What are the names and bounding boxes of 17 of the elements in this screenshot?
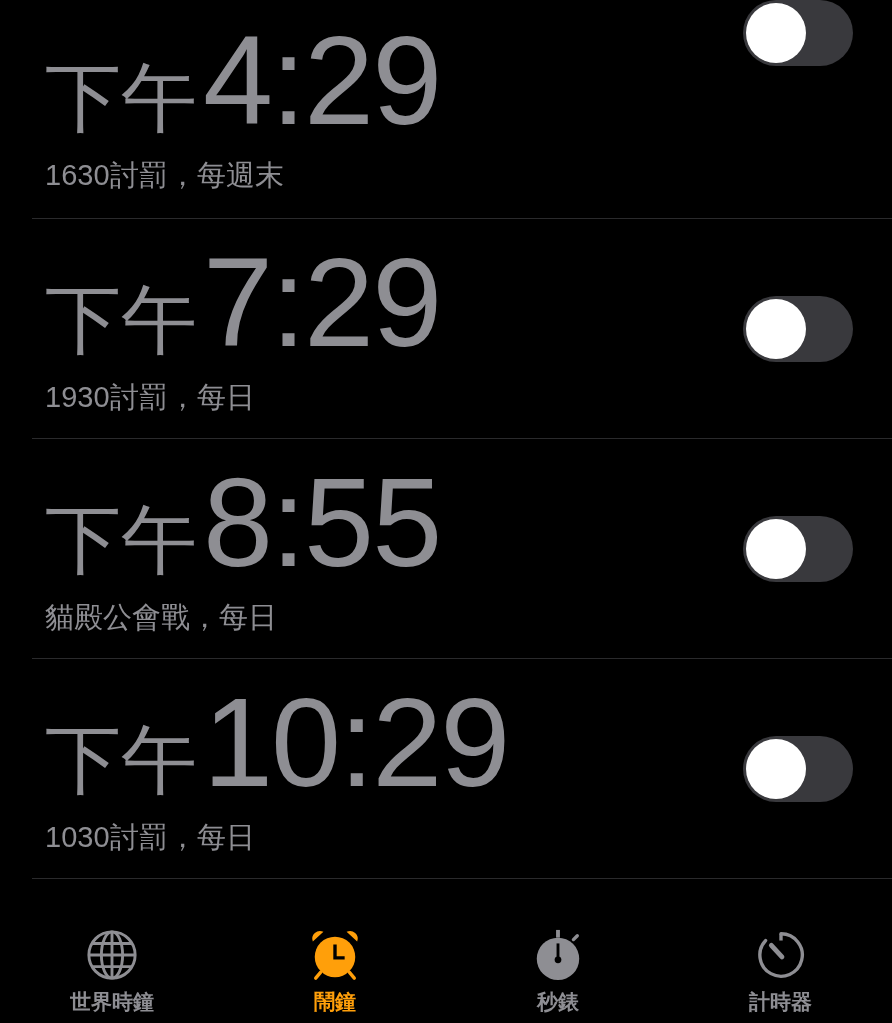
globe-icon <box>84 928 139 982</box>
tab[interactable]: 鬧鐘 <box>223 928 446 1023</box>
alarm-label: 1630討罰，每週末 <box>45 158 285 193</box>
tab[interactable]: 世界時鐘 <box>0 928 223 1023</box>
alarm-time: 7:29 <box>203 239 441 366</box>
tab[interactable]: 計時器 <box>669 928 892 1023</box>
alarm-label: 1930討罰，每日 <box>45 379 256 415</box>
alarm-label: 1030討罰，每日 <box>45 819 256 855</box>
alarm-period: 下午 <box>45 721 197 798</box>
alarm-time: 10:29 <box>203 679 509 806</box>
alarm-period: 下午 <box>45 501 197 578</box>
tab[interactable]: 秒錶 <box>446 928 669 1023</box>
alarm-label: 貓殿公會戰，每日 <box>45 599 278 635</box>
alarm-time: 4:29 <box>203 18 441 144</box>
alarm-period: 下午 <box>45 60 197 136</box>
alarm-time: 8:55 <box>203 459 441 586</box>
alarm-period: 下午 <box>45 281 197 358</box>
